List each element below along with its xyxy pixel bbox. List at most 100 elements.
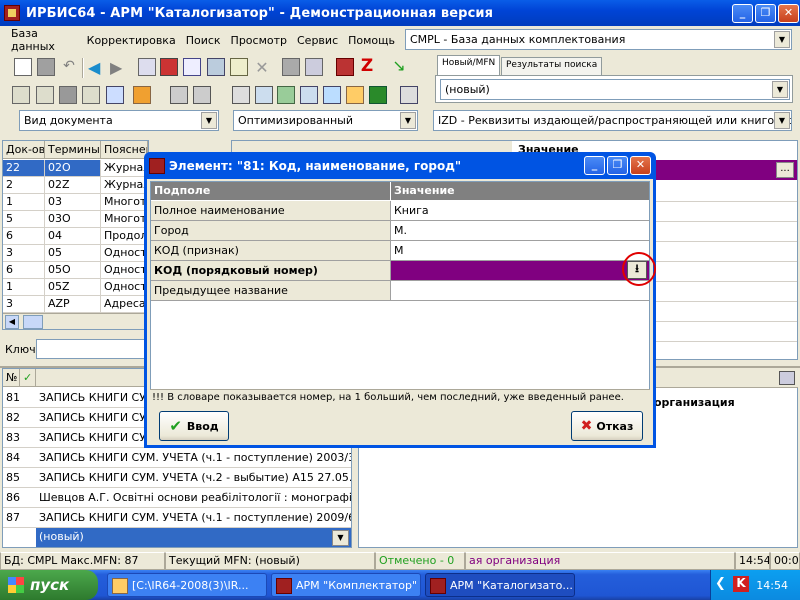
dict-cell-count[interactable]: 3 [3, 245, 45, 262]
ellipsis-button[interactable]: ... [776, 162, 794, 178]
search-doc-2-icon[interactable] [36, 86, 54, 104]
task-komplektator[interactable]: АРМ "Комплектатор" [271, 573, 421, 597]
tools-icon[interactable] [133, 86, 151, 104]
subfield-value[interactable]: М. [391, 221, 649, 241]
dict-cell-expl[interactable]: Многото [101, 194, 148, 211]
z-icon[interactable]: Z [358, 56, 376, 76]
subfield-value[interactable] [391, 281, 649, 301]
dict-cell-term[interactable]: 05 [45, 245, 101, 262]
record-no[interactable]: 86 [3, 488, 36, 508]
menu-edit[interactable]: Корректировка [82, 34, 181, 47]
dict-cell-expl[interactable]: Журнал [101, 177, 148, 194]
ok-button[interactable]: ✔ Ввод [159, 411, 229, 441]
scroll-left-icon[interactable]: ◀ [5, 315, 19, 329]
start-button[interactable]: пуск [0, 570, 98, 600]
menu-database[interactable]: База данных [6, 27, 82, 53]
dict-cell-expl[interactable]: Журнал [101, 160, 148, 177]
dialog-maximize-button[interactable]: ❐ [607, 156, 628, 175]
dict-cell-term[interactable]: 03 [45, 194, 101, 211]
table-icon[interactable] [183, 58, 201, 76]
save-icon[interactable] [37, 58, 55, 76]
first-record-icon[interactable]: ◀ [88, 58, 106, 77]
record-no[interactable]: 85 [3, 468, 36, 488]
dict-cell-term[interactable]: 04 [45, 228, 101, 245]
task-katalogizator[interactable]: АРМ "Каталогизато... [425, 573, 575, 597]
menu-search[interactable]: Поиск [181, 34, 226, 47]
doc-type-select[interactable]: Вид документа ▼ [19, 110, 219, 131]
dict-cell-count[interactable]: 22 [3, 160, 45, 177]
record-no[interactable]: 81 [3, 388, 36, 408]
subfield-name[interactable]: Полное наименование [151, 201, 391, 221]
subfield-value[interactable] [391, 261, 649, 281]
export-icon[interactable] [305, 58, 323, 76]
subfield-name[interactable]: Предыдущее название [151, 281, 391, 301]
kaspersky-icon[interactable]: K [733, 576, 749, 592]
settings-icon[interactable] [400, 86, 418, 104]
dict-cell-expl[interactable]: Адреса [101, 296, 148, 313]
record-no[interactable]: 87 [3, 508, 36, 528]
dict-cell-expl[interactable]: Односто [101, 279, 148, 296]
dict-cell-count[interactable]: 5 [3, 211, 45, 228]
chevron-down-icon[interactable]: ▼ [201, 112, 217, 129]
run-icon[interactable]: ↘ [390, 56, 408, 75]
dict-cell-term[interactable]: 05O [45, 262, 101, 279]
dict-cell-count[interactable]: 6 [3, 228, 45, 245]
undo-icon[interactable]: ↶ [60, 58, 78, 76]
record-no[interactable]: 83 [3, 428, 36, 448]
dict-scrollbar[interactable]: ◀ [3, 313, 148, 329]
next-record-icon[interactable]: ▶ [110, 58, 128, 77]
folder-icon[interactable] [193, 86, 211, 104]
print-preview-icon[interactable] [232, 86, 250, 104]
preview-print-icon[interactable] [779, 371, 795, 385]
window-titlebar[interactable]: ИРБИС64 - АРМ "Каталогизатор" - Демонстр… [0, 0, 800, 26]
menu-service[interactable]: Сервис [292, 34, 343, 47]
dialog-close-button[interactable]: ✕ [630, 156, 651, 175]
maximize-button[interactable]: ❐ [755, 4, 776, 23]
cancel-button[interactable]: ✖ Отказ [571, 411, 643, 441]
menu-help[interactable]: Помощь [343, 34, 400, 47]
record-text[interactable]: Шевцов А.Г. Освітні основи реабілітологі… [36, 488, 351, 508]
dict-cell-expl[interactable]: Односто [101, 262, 148, 279]
chevron-down-icon[interactable]: ▼ [774, 112, 790, 129]
task-explorer[interactable]: [C:\IR64-2008(3)\IR... [107, 573, 267, 597]
mfn-select[interactable]: (новый) ▼ [440, 79, 790, 100]
chevron-down-icon[interactable]: ▼ [332, 530, 349, 546]
worksheet-select[interactable]: IZD - Реквизиты издающей/распространяюще… [433, 110, 792, 131]
excel-icon[interactable] [369, 86, 387, 104]
dict-cell-count[interactable]: 1 [3, 279, 45, 296]
new-record-icon[interactable] [14, 58, 32, 76]
tab-search-results[interactable]: Результаты поиска [501, 57, 603, 75]
database-select[interactable]: CMPL - База данных комплектования ▼ [405, 29, 792, 50]
dict-cell-term[interactable]: 02Z [45, 177, 101, 194]
dict-cell-count[interactable]: 1 [3, 194, 45, 211]
clock[interactable]: 14:54 [756, 579, 788, 592]
record-no[interactable]: 82 [3, 408, 36, 428]
col-explanation[interactable]: Пояснен [101, 141, 148, 159]
close-button[interactable]: ✕ [778, 4, 799, 23]
subfield-name[interactable]: КОД (порядковый номер) [151, 261, 391, 281]
docs-icon[interactable] [255, 86, 273, 104]
disabled-icon[interactable] [59, 86, 77, 104]
print-icon[interactable] [282, 58, 300, 76]
back-arrow-icon[interactable]: ❮ [715, 576, 731, 592]
grid-icon[interactable] [160, 58, 178, 76]
dict-cell-expl[interactable]: Односто [101, 245, 148, 262]
dict-cell-term[interactable]: AZP [45, 296, 101, 313]
check-icon[interactable]: ✓ [20, 369, 36, 387]
dialog-titlebar[interactable]: Элемент: "81: Код, наименование, город" [147, 152, 653, 179]
subfield-name[interactable]: Город [151, 221, 391, 241]
subfield-name[interactable]: КОД (признак) [151, 241, 391, 261]
subfield-value[interactable]: Книга [391, 201, 649, 221]
folder-open-icon[interactable] [346, 86, 364, 104]
scroll-thumb[interactable] [23, 315, 43, 329]
irbis-icon[interactable] [336, 58, 354, 76]
record-no[interactable]: 84 [3, 448, 36, 468]
list-icon[interactable] [106, 86, 124, 104]
chevron-down-icon[interactable]: ▼ [772, 81, 788, 98]
app-icon[interactable] [4, 5, 20, 21]
dict-cell-count[interactable]: 2 [3, 177, 45, 194]
copy-icon[interactable] [138, 58, 156, 76]
subfield-value[interactable]: М [391, 241, 649, 261]
col-terms[interactable]: Термины [45, 141, 101, 159]
new-record-row[interactable]: (новый) [36, 528, 351, 547]
